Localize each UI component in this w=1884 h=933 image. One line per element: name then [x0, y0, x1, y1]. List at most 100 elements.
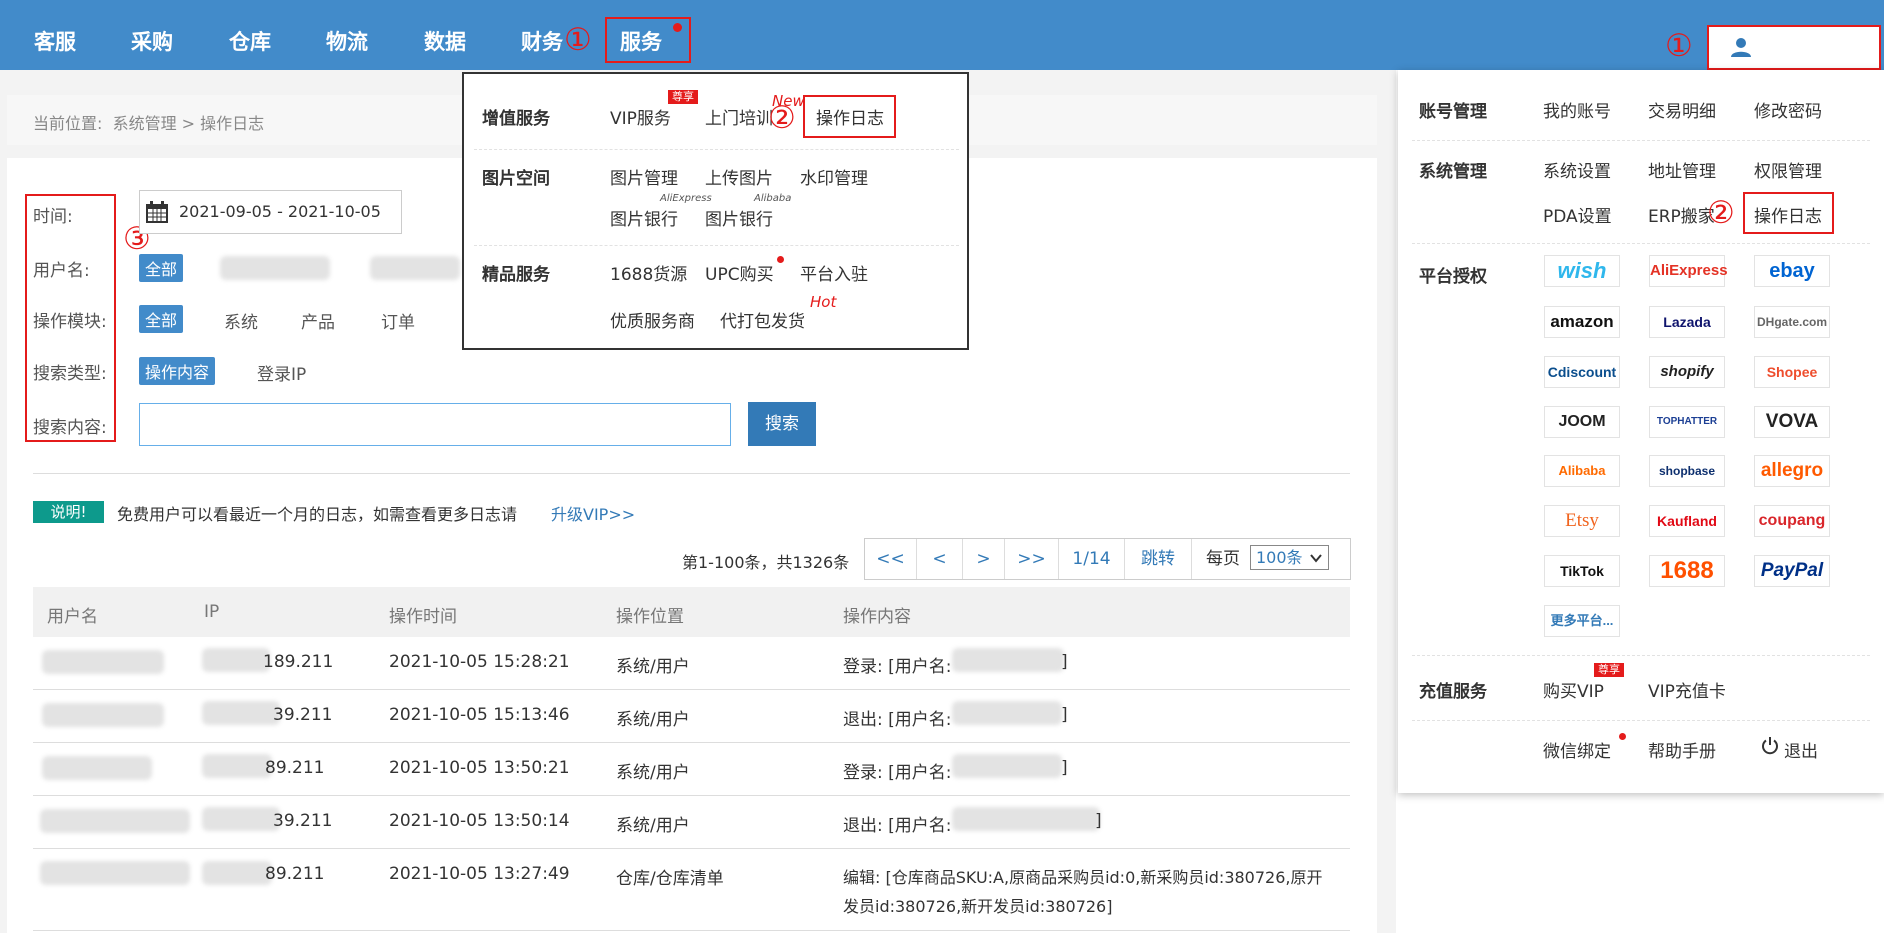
redacted-username[interactable] — [370, 256, 460, 280]
username-filter-all[interactable]: 全部 — [139, 254, 184, 282]
permission-manage-item[interactable]: 权限管理 — [1754, 157, 1822, 182]
nav-service[interactable]: 服务 — [620, 26, 662, 56]
platform-paypal[interactable]: PayPal — [1754, 555, 1830, 587]
date-range-picker[interactable]: 2021-09-05 - 2021-10-05 — [139, 190, 402, 234]
pda-settings-item[interactable]: PDA设置 — [1543, 202, 1612, 227]
prev-page-button[interactable]: < — [917, 539, 963, 579]
nav-finance[interactable]: 财务 — [521, 26, 563, 56]
jump-button[interactable]: 跳转 — [1125, 539, 1192, 579]
change-password-item[interactable]: 修改密码 — [1754, 97, 1822, 122]
calendar-icon — [146, 201, 168, 223]
value-added-service-heading: 增值服务 — [482, 109, 550, 129]
buy-vip-item[interactable]: 购买VIP — [1543, 677, 1604, 702]
per-page-value: 100条 — [1256, 548, 1303, 567]
nav-customer-service[interactable]: 客服 — [34, 26, 76, 56]
upload-image-item[interactable]: 上传图片 — [705, 164, 773, 189]
platform-cdiscount[interactable]: Cdiscount — [1544, 356, 1620, 388]
vip-card-item[interactable]: VIP充值卡 — [1648, 677, 1726, 702]
system-settings-item[interactable]: 系统设置 — [1543, 157, 1611, 182]
module-option-order[interactable]: 订单 — [381, 308, 415, 333]
nav-purchase[interactable]: 采购 — [131, 26, 173, 56]
platform-lazada[interactable]: Lazada — [1649, 306, 1725, 338]
search-content-label: 搜索内容: — [33, 418, 107, 438]
recharge-heading: 充值服务 — [1419, 682, 1487, 702]
premium-service-heading: 精品服务 — [482, 265, 550, 285]
search-button[interactable]: 搜索 — [748, 402, 816, 446]
divider — [33, 473, 1350, 474]
search-type-content[interactable]: 操作内容 — [139, 357, 216, 385]
divider — [474, 149, 959, 150]
user-menu-button[interactable] — [1707, 25, 1881, 70]
platform-etsy[interactable]: Etsy — [1544, 505, 1620, 537]
module-option-product[interactable]: 产品 — [301, 308, 335, 333]
time-label: 时间: — [33, 207, 73, 227]
transactions-item[interactable]: 交易明细 — [1648, 97, 1716, 122]
vip-service-item[interactable]: VIP服务 — [610, 104, 671, 129]
platform-alibaba[interactable]: Alibaba — [1544, 455, 1620, 487]
platform-amazon[interactable]: amazon — [1544, 306, 1620, 338]
platform-entry-item[interactable]: 平台入驻 — [800, 260, 868, 285]
username-label: 用户名: — [33, 261, 90, 281]
annotation-marker-2: ② — [768, 100, 796, 136]
platform-dhgate[interactable]: DHgate.com — [1754, 306, 1830, 338]
redacted-username[interactable] — [220, 256, 330, 280]
per-page-select[interactable]: 100条 — [1250, 545, 1329, 570]
my-account-item[interactable]: 我的账号 — [1543, 97, 1611, 122]
next-page-button[interactable]: > — [963, 539, 1005, 579]
page-indicator: 1/14 — [1059, 539, 1125, 579]
row-content: 发员id:380726,新开发员id:380726] — [843, 897, 1113, 916]
module-option-all[interactable]: 全部 — [139, 305, 184, 333]
row-content-tail: ] — [1095, 811, 1102, 831]
nav-warehouse[interactable]: 仓库 — [229, 26, 271, 56]
logout-label: 退出 — [1784, 742, 1818, 762]
row-ip: 189.211 — [263, 652, 334, 672]
platform-aliexpress[interactable]: AliExpress — [1649, 255, 1728, 287]
platform-coupang[interactable]: coupang — [1754, 505, 1830, 537]
aliexpress-image-bank-item[interactable]: 图片银行 — [610, 205, 678, 230]
platform-allegro[interactable]: allegro — [1754, 455, 1830, 487]
search-type-login-ip[interactable]: 登录IP — [257, 360, 306, 385]
platform-shopee[interactable]: Shopee — [1754, 356, 1830, 388]
platform-ebay[interactable]: ebay — [1754, 255, 1830, 287]
row-ip: 89.211 — [265, 758, 325, 778]
onsite-training-item[interactable]: 上门培训 — [705, 104, 773, 129]
last-page-button[interactable]: >> — [1005, 539, 1059, 579]
platform-vova[interactable]: VOVA — [1754, 406, 1830, 438]
packing-shipping-item[interactable]: 代打包发货 — [720, 307, 805, 332]
watermark-item[interactable]: 水印管理 — [800, 164, 868, 189]
address-manage-item[interactable]: 地址管理 — [1648, 157, 1716, 182]
redacted-username — [952, 754, 1062, 778]
alibaba-image-bank-item[interactable]: 图片银行 — [705, 205, 773, 230]
erp-migration-item[interactable]: ERP搬家 — [1648, 202, 1715, 227]
notification-dot — [777, 256, 784, 263]
source-1688-item[interactable]: 1688货源 — [610, 260, 687, 285]
row-time: 2021-10-05 15:13:46 — [389, 705, 570, 725]
more-platforms-button[interactable]: 更多平台... — [1544, 605, 1620, 637]
nav-data[interactable]: 数据 — [424, 26, 466, 56]
platform-1688[interactable]: 1688 — [1649, 555, 1725, 587]
platform-shopbase[interactable]: shopbase — [1649, 455, 1725, 487]
nav-logistics[interactable]: 物流 — [326, 26, 368, 56]
row-location: 系统/用户 — [616, 710, 690, 730]
platform-auth-heading: 平台授权 — [1419, 267, 1487, 287]
image-manage-item[interactable]: 图片管理 — [610, 164, 678, 189]
hot-badge: Hot — [810, 293, 837, 311]
operation-log-item[interactable]: 操作日志 — [1754, 202, 1822, 227]
platform-shopify[interactable]: shopify — [1649, 356, 1725, 388]
module-label: 操作模块: — [33, 312, 107, 332]
operation-log-item[interactable]: 操作日志 — [816, 104, 884, 129]
platform-joom[interactable]: JOOM — [1544, 406, 1620, 438]
search-input[interactable] — [139, 403, 731, 446]
notice-text: 免费用户可以看最近一个月的日志，如需查看更多日志请 — [117, 505, 518, 524]
upc-purchase-item[interactable]: UPC购买 — [705, 260, 774, 285]
platform-kaufland[interactable]: Kaufland — [1649, 505, 1725, 537]
platform-wish[interactable]: wish — [1544, 255, 1620, 287]
first-page-button[interactable]: << — [865, 539, 917, 579]
wechat-bind-item[interactable]: 微信绑定 — [1543, 737, 1611, 762]
module-option-system[interactable]: 系统 — [224, 308, 258, 333]
platform-tophatter[interactable]: TOPHATTER — [1649, 406, 1725, 438]
help-manual-item[interactable]: 帮助手册 — [1648, 737, 1716, 762]
upgrade-vip-link[interactable]: 升级VIP>> — [551, 501, 635, 525]
platform-tiktok[interactable]: TikTok — [1544, 555, 1620, 587]
quality-provider-item[interactable]: 优质服务商 — [610, 307, 695, 332]
